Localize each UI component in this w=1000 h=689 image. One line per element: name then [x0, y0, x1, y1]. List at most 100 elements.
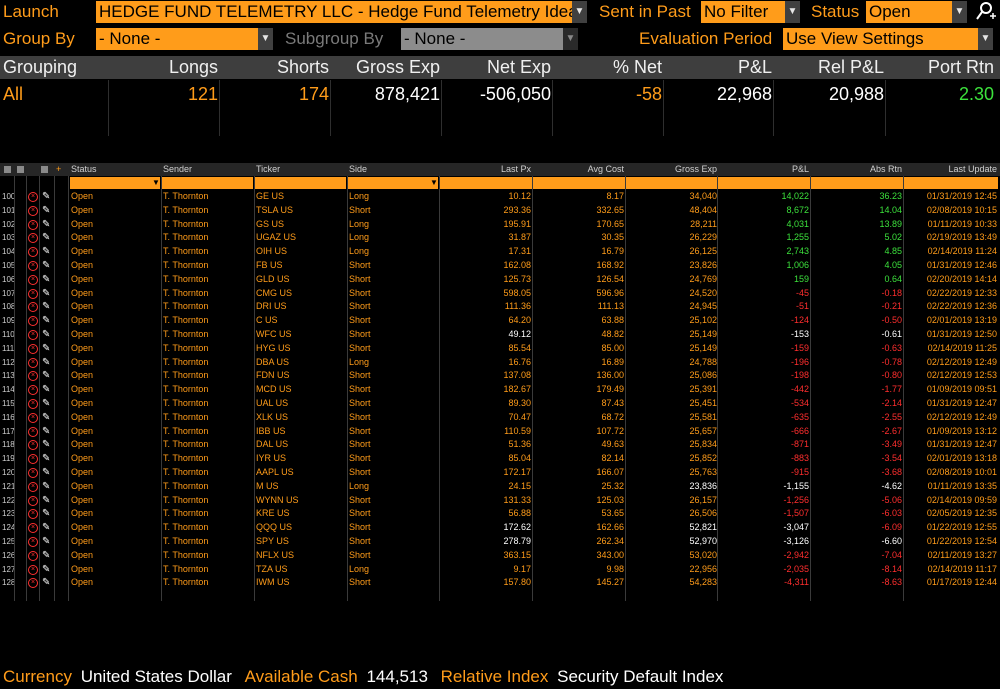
- filter-pnl[interactable]: [718, 177, 810, 189]
- close-circle-icon[interactable]: ×: [28, 192, 38, 202]
- group-by-chevron-down-icon[interactable]: ▼: [258, 28, 273, 50]
- status-dropdown[interactable]: Open: [866, 1, 952, 23]
- close-circle-icon[interactable]: ×: [28, 564, 38, 575]
- close-circle-icon[interactable]: ×: [28, 509, 38, 520]
- edit-pencil-icon[interactable]: ✎: [42, 232, 50, 244]
- table-row[interactable]: 118 Open T. Thornton DAL US Short 51.36 49.63 2…: [0, 438, 1000, 452]
- col-side[interactable]: Side: [349, 163, 367, 176]
- summary-header-longs[interactable]: Longs: [110, 56, 218, 79]
- edit-pencil-icon[interactable]: ✎: [42, 315, 50, 327]
- edit-pencil-icon[interactable]: ✎: [42, 191, 50, 203]
- sent-in-past-dropdown[interactable]: No Filter: [701, 1, 785, 23]
- relative-index-value[interactable]: Security Default Index: [557, 667, 723, 686]
- table-row[interactable]: 119 Open T. Thornton IYR US Short 85.04 82.14 2…: [0, 452, 1000, 466]
- close-circle-icon[interactable]: ×: [28, 440, 38, 451]
- edit-pencil-icon[interactable]: ✎: [42, 453, 50, 465]
- edit-pencil-icon[interactable]: ✎: [42, 481, 50, 493]
- col-ticker[interactable]: Ticker: [256, 163, 280, 176]
- close-circle-icon[interactable]: ×: [28, 371, 38, 382]
- summary-header-port-rtn[interactable]: Port Rtn: [886, 56, 994, 79]
- close-circle-icon[interactable]: ×: [28, 495, 38, 506]
- sent-chevron-down-icon[interactable]: ▼: [785, 1, 800, 23]
- table-row[interactable]: 116 Open T. Thornton XLK US Short 70.47 68.72 2…: [0, 411, 1000, 425]
- edit-pencil-icon[interactable]: ✎: [42, 370, 50, 382]
- filter-side[interactable]: [348, 177, 438, 189]
- edit-pencil-icon[interactable]: ✎: [42, 522, 50, 534]
- table-row[interactable]: 110 Open T. Thornton WFC US Short 49.12 48.82 2…: [0, 328, 1000, 342]
- edit-pencil-icon[interactable]: ✎: [42, 246, 50, 258]
- table-row[interactable]: 109 Open T. Thornton C US Short 64.20 63.88 25,…: [0, 314, 1000, 328]
- col-gross-exp[interactable]: Gross Exp: [627, 163, 717, 176]
- edit-pencil-icon[interactable]: ✎: [42, 412, 50, 424]
- table-row[interactable]: 100 Open T. Thornton GE US Long 10.12 8.17 34,0…: [0, 190, 1000, 204]
- close-circle-icon[interactable]: ×: [28, 330, 38, 340]
- edit-pencil-icon[interactable]: ✎: [42, 495, 50, 507]
- group-by-dropdown[interactable]: - None -: [96, 28, 258, 50]
- close-circle-icon[interactable]: ×: [28, 233, 38, 244]
- filter-status-chevron-down-icon[interactable]: ▼: [152, 176, 160, 189]
- table-row[interactable]: 122 Open T. Thornton WYNN US Short 131.33 125.…: [0, 494, 1000, 508]
- table-row[interactable]: 107 Open T. Thornton CMG US Short 598.05 596.9…: [0, 287, 1000, 301]
- col-abs-rtn[interactable]: Abs Rtn: [812, 163, 902, 176]
- filter-avg-cost[interactable]: [533, 177, 625, 189]
- edit-pencil-icon[interactable]: ✎: [42, 288, 50, 300]
- edit-pencil-icon[interactable]: ✎: [42, 384, 50, 396]
- close-circle-icon[interactable]: ×: [28, 343, 38, 354]
- table-row[interactable]: 115 Open T. Thornton UAL US Short 89.30 87.43 2…: [0, 397, 1000, 411]
- close-circle-icon[interactable]: ×: [28, 357, 38, 368]
- select-all-icon[interactable]: [4, 166, 11, 173]
- table-row[interactable]: 114 Open T. Thornton MCD US Short 182.67 179.4…: [0, 383, 1000, 397]
- close-circle-icon[interactable]: ×: [28, 247, 38, 258]
- table-row[interactable]: 108 Open T. Thornton DRI US Short 111.36 111.1…: [0, 300, 1000, 314]
- edit-pencil-icon[interactable]: ✎: [42, 343, 50, 355]
- close-circle-icon[interactable]: ×: [28, 426, 38, 437]
- table-row[interactable]: 111 Open T. Thornton HYG US Short 85.54 85.00 2…: [0, 342, 1000, 356]
- summary-header-gross-exp[interactable]: Gross Exp: [331, 56, 440, 79]
- grid-options-icon[interactable]: [41, 166, 48, 173]
- search-person-icon[interactable]: [973, 1, 997, 23]
- filter-sender[interactable]: [162, 177, 253, 189]
- launch-chevron-down-icon[interactable]: ▼: [572, 1, 587, 23]
- close-circle-icon[interactable]: ×: [28, 205, 38, 216]
- col-avg-cost[interactable]: Avg Cost: [534, 163, 624, 176]
- table-row[interactable]: 117 Open T. Thornton IBB US Short 110.59 107.7…: [0, 425, 1000, 439]
- subgroup-by-dropdown[interactable]: - None -: [401, 28, 563, 50]
- table-row[interactable]: 121 Open T. Thornton M US Long 24.15 25.32 23,8…: [0, 480, 1000, 494]
- close-circle-icon[interactable]: ×: [28, 578, 38, 589]
- summary-header-shorts[interactable]: Shorts: [220, 56, 329, 79]
- edit-pencil-icon[interactable]: ✎: [42, 467, 50, 479]
- close-circle-icon[interactable]: ×: [28, 454, 38, 465]
- table-row[interactable]: 126 Open T. Thornton NFLX US Short 363.15 343.…: [0, 549, 1000, 563]
- edit-pencil-icon[interactable]: ✎: [42, 274, 50, 286]
- edit-pencil-icon[interactable]: ✎: [42, 577, 50, 589]
- column-menu-icon[interactable]: [17, 166, 24, 173]
- close-circle-icon[interactable]: ×: [28, 523, 38, 534]
- table-row[interactable]: 123 Open T. Thornton KRE US Short 56.88 53.65 2…: [0, 507, 1000, 521]
- summary-row[interactable]: All 121 174 878,421 -506,050 -58 22,968 …: [0, 80, 1000, 136]
- filter-side-chevron-down-icon[interactable]: ▼: [430, 176, 438, 189]
- edit-pencil-icon[interactable]: ✎: [42, 260, 50, 272]
- summary-header-pct-net[interactable]: % Net: [553, 56, 662, 79]
- close-circle-icon[interactable]: ×: [28, 412, 38, 423]
- edit-pencil-icon[interactable]: ✎: [42, 426, 50, 438]
- table-row[interactable]: 125 Open T. Thornton SPY US Short 278.79 262.3…: [0, 535, 1000, 549]
- table-row[interactable]: 124 Open T. Thornton QQQ US Short 172.62 162.6…: [0, 521, 1000, 535]
- close-circle-icon[interactable]: ×: [28, 219, 38, 230]
- col-last-update[interactable]: Last Update: [904, 163, 997, 176]
- close-circle-icon[interactable]: ×: [28, 468, 38, 478]
- close-circle-icon[interactable]: ×: [28, 550, 38, 561]
- close-circle-icon[interactable]: ×: [28, 385, 38, 396]
- edit-pencil-icon[interactable]: ✎: [42, 564, 50, 576]
- edit-pencil-icon[interactable]: ✎: [42, 301, 50, 313]
- currency-value[interactable]: United States Dollar: [81, 667, 232, 686]
- launch-dropdown[interactable]: HEDGE FUND TELEMETRY LLC - Hedge Fund Te…: [96, 1, 572, 23]
- filter-status[interactable]: [70, 177, 160, 189]
- close-circle-icon[interactable]: ×: [28, 302, 38, 313]
- summary-header-rel-pnl[interactable]: Rel P&L: [774, 56, 884, 79]
- summary-header-pnl[interactable]: P&L: [664, 56, 772, 79]
- table-row[interactable]: 120 Open T. Thornton AAPL US Short 172.17 166.…: [0, 466, 1000, 480]
- filter-last-px[interactable]: [440, 177, 532, 189]
- status-chevron-down-icon[interactable]: ▼: [952, 1, 967, 23]
- evaluation-period-dropdown[interactable]: Use View Settings: [783, 28, 978, 50]
- edit-pencil-icon[interactable]: ✎: [42, 536, 50, 548]
